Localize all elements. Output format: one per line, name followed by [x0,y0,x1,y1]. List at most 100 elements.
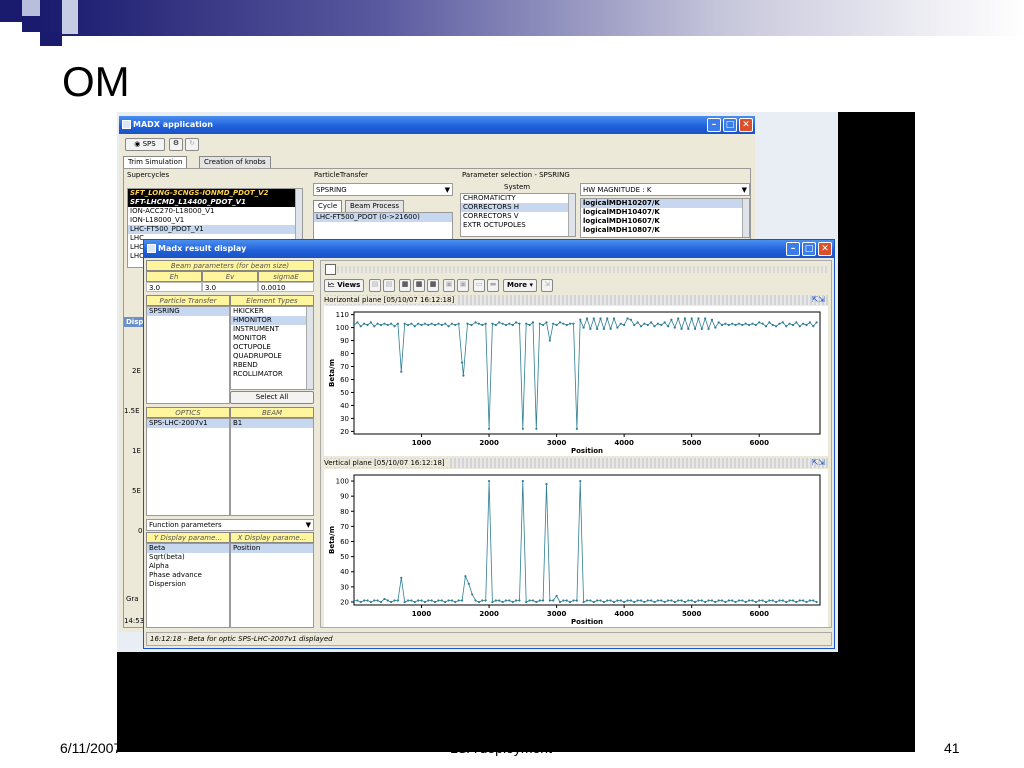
list-item[interactable]: QUADRUPOLE [231,352,313,361]
tab-cycle[interactable]: Cycle [313,200,343,212]
data-point [629,318,632,321]
list-item[interactable]: HMONITOR [231,316,313,325]
grid-icon[interactable]: ▦ [413,279,425,292]
zoom-icon[interactable]: ▣ [443,279,455,292]
data-point [369,321,372,324]
views-button[interactable]: 🗠 Views [324,279,364,292]
more-button[interactable]: More ▾ [503,279,537,292]
data-point [376,322,379,325]
result-window-titlebar[interactable]: Madx result display – □ ✕ [144,240,834,258]
layout-icon[interactable]: ▤ [383,279,395,292]
function-params-select[interactable]: Function parameters ▼ [146,519,314,531]
eh-value[interactable]: 3.0 [146,282,202,292]
list-item[interactable]: RCOLLIMATOR [231,370,313,379]
list-item[interactable]: SPS-LHC-2007v1 [147,419,229,428]
data-point [582,326,585,329]
machine-toggle[interactable]: ◉ SPS [125,138,165,151]
main-window-titlebar[interactable]: MADX application – □ ✕ [119,116,755,134]
export-icon[interactable]: ⇲ [541,279,553,292]
system-list[interactable]: CHROMATICITY CORRECTORS H CORRECTORS V E… [460,193,576,237]
list-item[interactable]: ION-ACC270-L18000_V1 [128,207,302,216]
save-icon[interactable]: ▬ [487,279,499,292]
detach-icon[interactable]: ⇱⇲ [812,458,825,467]
list-item[interactable]: CHROMATICITY [461,194,575,203]
hw-magnitude-select[interactable]: HW MAGNITUDE : K ▼ [580,183,750,196]
maximize-icon[interactable]: □ [723,118,737,132]
list-item[interactable]: Position [231,544,313,553]
particle-transfer-list[interactable]: SPSRING [146,306,230,404]
y-display-list[interactable]: Beta Sqrt(beta) Alpha Phase advance Disp… [146,543,230,628]
layout-icon[interactable]: ▤ [369,279,381,292]
list-item[interactable]: CORRECTORS H [461,203,575,212]
parameter-list[interactable]: logicalMDH10207/K logicalMDH10407/K logi… [580,198,750,238]
list-item[interactable]: OCTUPOLE [231,343,313,352]
refresh-icon[interactable]: ↻ [185,138,199,151]
maximize-icon[interactable]: □ [802,242,816,256]
list-item[interactable]: LHC-FT500_PDOT_V1 [128,225,302,234]
beam-list[interactable]: B1 [230,418,314,516]
list-item[interactable]: RBEND [231,361,313,370]
list-item[interactable]: SPSRING [147,307,229,316]
slide-title: OM [62,58,130,105]
settings-icon[interactable]: ⚙ [169,138,183,151]
ev-value[interactable]: 3.0 [202,282,258,292]
col-sigmae: sigmaE [258,271,314,282]
tab-trim-simulation[interactable]: Trim Simulation [123,156,188,168]
data-point [724,600,727,604]
scrollbar[interactable] [742,199,749,237]
data-point [650,599,653,602]
list-item[interactable]: Alpha [147,562,229,571]
list-item[interactable]: MONITOR [231,334,313,343]
plot-area: 🗠 Views ▤ ▤ ▦ ▦ ▦ ▣ ▣ ▭ ▬ More ▾ ⇲ Horiz… [320,260,832,628]
list-item[interactable]: Sqrt(beta) [147,553,229,562]
x-tick-label: 4000 [614,439,634,447]
window-icon[interactable] [325,264,336,275]
list-item[interactable]: logicalMDH10207/K [581,199,749,208]
minimize-icon[interactable]: – [786,242,800,256]
list-item[interactable]: LHC-FT500_PDOT (0->21600) [314,213,452,222]
element-types-list[interactable]: HKICKER HMONITOR INSTRUMENT MONITOR OCTU… [230,306,314,390]
particle-transfer-label: ParticleTransfer [314,171,369,179]
sigmae-value[interactable]: 0.0010 [258,282,314,292]
list-item[interactable]: Phase advance [147,571,229,580]
data-point [531,321,535,324]
detach-icon[interactable]: ⇱⇲ [812,295,825,304]
list-item[interactable]: CORRECTORS V [461,212,575,221]
particle-transfer-select[interactable]: SPSRING ▼ [313,183,453,196]
tab-creation-of-knobs[interactable]: Creation of knobs [199,156,271,168]
data-point [410,322,413,325]
close-icon[interactable]: ✕ [818,242,832,256]
tab-beam-process[interactable]: Beam Process [345,200,404,212]
data-point [376,599,379,602]
list-item[interactable]: EXTR OCTUPOLES [461,221,575,230]
optics-list[interactable]: SPS-LHC-2007v1 [146,418,230,516]
list-item[interactable]: logicalMDH10607/K [581,217,749,226]
minimize-icon[interactable]: – [707,118,721,132]
print-icon[interactable]: ▭ [473,279,485,292]
graph-tab-fragment[interactable]: Gra [126,595,139,603]
data-point [717,599,720,602]
data-point [363,322,366,325]
list-item[interactable]: SFT_LONG-3CNGS-IONMD_PDOT_V2 [128,189,302,198]
grid-icon[interactable]: ▦ [399,279,411,292]
select-all-button[interactable]: Select All [230,391,314,404]
scrollbar[interactable] [306,307,313,389]
list-item[interactable]: B1 [231,419,313,428]
data-point [802,322,805,325]
list-item[interactable]: logicalMDH10407/K [581,208,749,217]
x-display-list[interactable]: Position [230,543,314,628]
grid-icon[interactable]: ▦ [427,279,439,292]
list-item[interactable]: logicalMDH10807/K [581,226,749,235]
list-item[interactable]: Dispersion [147,580,229,589]
close-icon[interactable]: ✕ [739,118,753,132]
list-item[interactable]: INSTRUMENT [231,325,313,334]
list-item[interactable]: SFT-LHCMD_L14400_PDOT_V1 [128,198,302,207]
scrollbar[interactable] [568,194,575,236]
data-point [781,321,784,324]
list-item[interactable]: ION-L18000_V1 [128,216,302,225]
zoom-icon[interactable]: ▣ [457,279,469,292]
list-item[interactable]: Beta [147,544,229,553]
list-item[interactable]: HKICKER [231,307,313,316]
data-point [366,599,369,602]
data-point [521,427,524,430]
